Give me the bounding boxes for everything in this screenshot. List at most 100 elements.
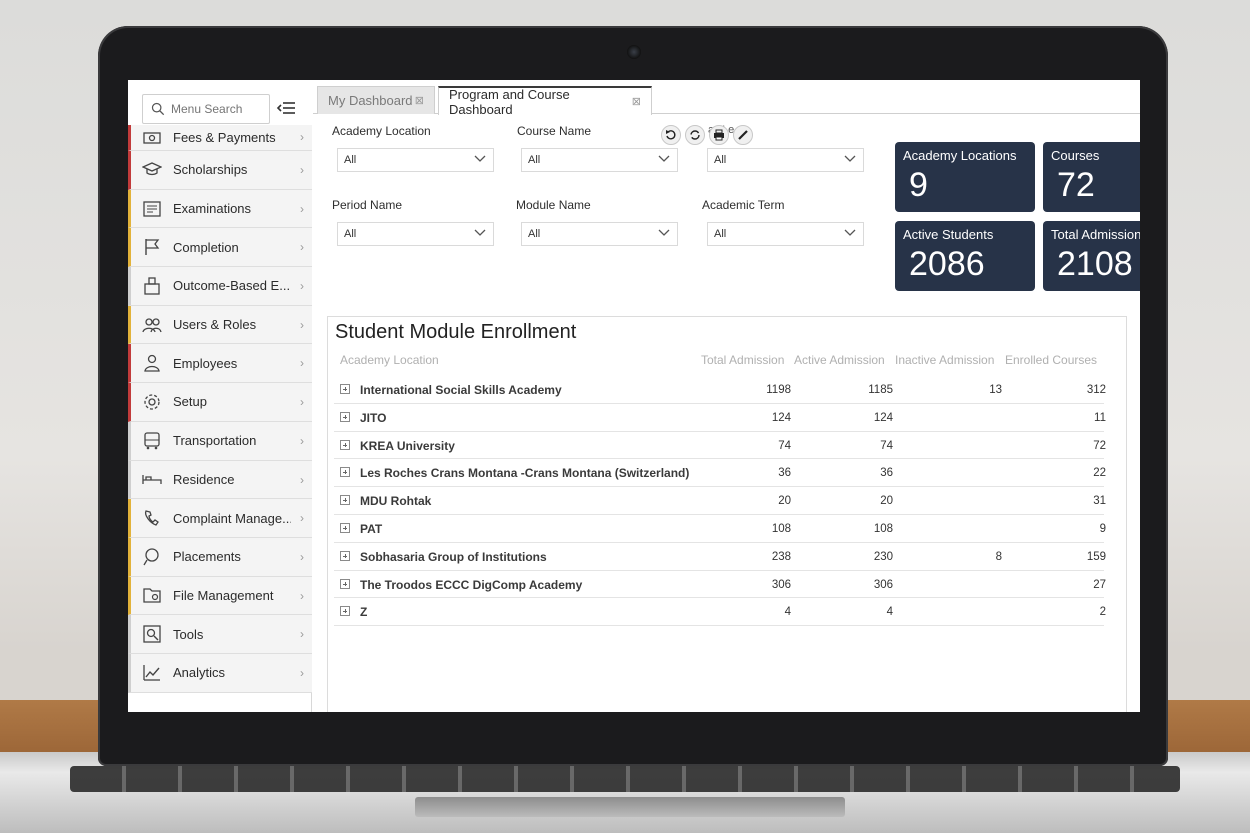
dashboard-toolbar [661,125,753,145]
table-header: Academy Location Total Admission Active … [340,351,1110,371]
cell-enrolled-courses: 312 [1086,384,1106,396]
filter-label-academy-location: Academy Location [332,124,431,138]
edit-button[interactable] [733,125,753,145]
sidebar-item-outcome-based[interactable]: Outcome-Based E... › [128,267,312,306]
collapse-menu-button[interactable] [274,96,298,120]
cell-enrolled-courses: 11 [1094,411,1106,424]
print-button[interactable] [709,125,729,145]
chevron-right-icon: › [300,472,304,487]
column-header-inactive-admission[interactable]: Inactive Admission [895,353,994,367]
sidebar-item-file-management[interactable]: File Management › [128,576,312,616]
expand-icon[interactable] [340,411,350,422]
table-row[interactable]: MDU Rohtak 20 20 31 [334,487,1106,515]
sidebar-item-transportation[interactable]: Transportation › [128,421,312,461]
expand-icon[interactable] [340,606,350,617]
folder-gear-icon [141,584,163,606]
expand-icon[interactable] [340,495,350,506]
tab-program-course-dashboard[interactable]: Program and Course Dashboard ⊠ [438,86,652,117]
period-name-select[interactable]: All [337,222,494,246]
sidebar-item-label: Transportation [173,433,257,449]
table-body: International Social Skills Academy 1198 1… [334,376,1106,627]
cell-academy-location: PAT [360,521,383,536]
sidebar-item-fees-payments[interactable]: Fees & Payments › [128,125,312,151]
cell-total-admission: 1198 [766,384,791,396]
sidebar-item-complaint-management[interactable]: Complaint Manage... › [128,499,312,538]
sidebar-item-analytics[interactable]: Analytics › [128,653,312,693]
sidebar-item-completion[interactable]: Completion › [128,228,312,268]
cell-active-admission: 20 [880,495,893,508]
sidebar-item-examinations[interactable]: Examinations › [128,189,312,229]
refresh-button[interactable] [685,125,705,145]
menu-search-input[interactable] [171,102,267,116]
expand-icon[interactable] [340,522,350,533]
table-row[interactable]: International Social Skills Academy 1198 1… [334,376,1106,404]
column-header-total-admission[interactable]: Total Admission [701,353,784,367]
module-name-select[interactable]: All [521,222,678,246]
academy-location-select[interactable]: All [337,148,494,172]
sidebar-menu: Fees & Payments › Scholarships › Examina… [128,125,312,693]
table-row[interactable]: KREA University 74 74 72 [334,432,1106,460]
cell-total-admission: 4 [784,606,791,619]
cell-active-admission: 36 [880,467,893,480]
cell-enrolled-courses: 9 [1099,522,1106,535]
close-icon[interactable]: ⊠ [632,95,641,108]
expand-icon[interactable] [340,439,350,450]
student-module-enrollment-panel: Student Module Enrollment Academy Locati… [327,316,1127,712]
sidebar-item-setup[interactable]: Setup › [128,383,312,422]
cell-academy-location: JITO [360,410,387,425]
cell-active-admission: 74 [880,439,893,452]
third-filter-select[interactable]: All [707,148,864,172]
sidebar-item-label: Setup [173,394,207,410]
select-value: All [528,228,541,240]
column-header-enrolled-courses[interactable]: Enrolled Courses [1005,353,1097,367]
menu-search-box[interactable] [142,94,270,124]
kpi-label: Courses [1051,148,1100,163]
table-row[interactable]: The Troodos ECCC DigComp Academy 306 306 27 [334,571,1106,599]
sidebar-item-scholarships[interactable]: Scholarships › [128,151,312,190]
tab-my-dashboard[interactable]: My Dashboard ⊠ [317,86,435,114]
sidebar-item-employees[interactable]: Employees › [128,344,312,384]
bed-icon [141,468,163,490]
tab-bar: My Dashboard ⊠ Program and Course Dashbo… [313,80,1140,117]
sidebar-item-label: Outcome-Based E... [173,278,291,294]
close-icon[interactable]: ⊠ [415,94,424,107]
expand-icon[interactable] [340,550,350,561]
sidebar-item-users-roles[interactable]: Users & Roles › [128,305,312,345]
column-header-active-admission[interactable]: Active Admission [794,353,885,367]
expand-icon[interactable] [340,578,350,589]
flag-icon [141,236,163,258]
sidebar-item-placements[interactable]: Placements › [128,537,312,577]
placement-icon [141,546,163,568]
chevron-right-icon: › [300,317,304,332]
sidebar-item-tools[interactable]: Tools › [128,615,312,654]
tab-label: My Dashboard [328,93,413,108]
tools-icon [141,623,163,645]
chevron-right-icon: › [300,240,304,255]
column-header-academy-location[interactable]: Academy Location [340,353,439,367]
chevron-right-icon: › [300,279,304,294]
academic-term-select[interactable]: All [707,222,864,246]
table-row[interactable]: Les Roches Crans Montana -Crans Montana … [334,459,1106,488]
course-name-select[interactable]: All [521,148,678,172]
cell-academy-location: International Social Skills Academy [360,383,562,397]
table-row[interactable]: Sobhasaria Group of Institutions 238 230 8 1… [334,543,1106,571]
sidebar-item-residence[interactable]: Residence › [128,460,312,500]
chevron-right-icon: › [300,627,304,642]
table-row[interactable]: Z 4 4 2 [334,598,1106,627]
expand-icon[interactable] [340,467,350,478]
cell-total-admission: 74 [778,439,791,452]
select-value: All [344,228,357,240]
chevron-down-icon [658,155,670,162]
select-value: All [344,154,357,166]
undo-button[interactable] [661,125,681,145]
chevron-right-icon: › [300,356,304,371]
cell-total-admission: 238 [771,550,791,563]
camera-icon [627,45,641,59]
cell-total-admission: 108 [771,522,791,535]
analytics-icon [141,662,163,684]
table-row[interactable]: JITO 124 124 11 [334,404,1106,432]
sidebar-item-label: Residence [173,471,235,487]
expand-icon[interactable] [340,384,350,394]
table-row[interactable]: PAT 108 108 9 [334,515,1106,543]
kpi-label: Active Students [903,227,994,242]
